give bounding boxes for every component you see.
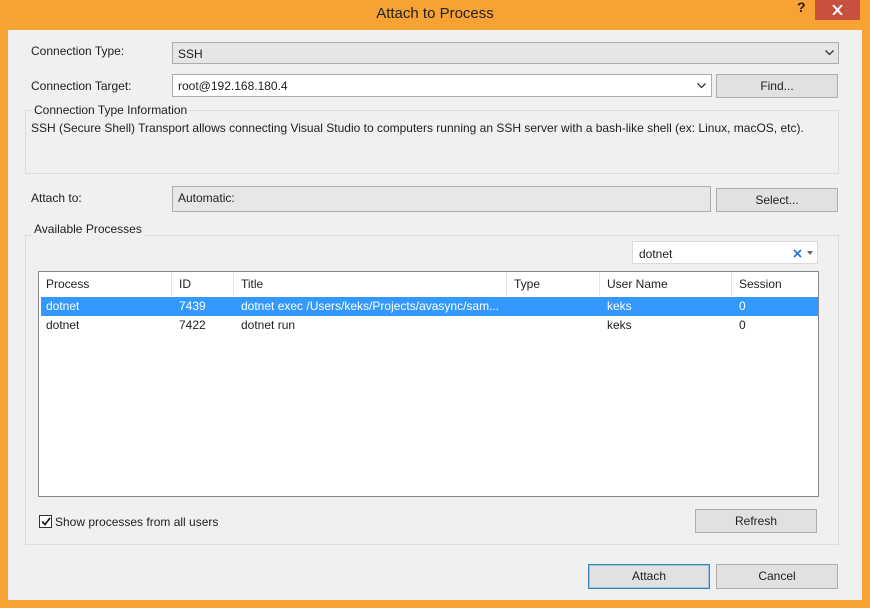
connection-type-label: Connection Type:: [31, 44, 125, 58]
title-bar: Attach to Process ?: [0, 0, 870, 26]
select-button[interactable]: Select...: [716, 188, 838, 212]
process-session-cell: 0: [739, 318, 746, 332]
connection-target-label: Connection Target:: [31, 79, 132, 93]
process-row[interactable]: dotnet 7439 dotnet exec /Users/keks/Proj…: [41, 297, 818, 316]
attach-button[interactable]: Attach: [588, 564, 710, 589]
column-header-id[interactable]: ID: [172, 272, 234, 296]
clear-search-icon[interactable]: [793, 249, 802, 258]
cancel-button[interactable]: Cancel: [716, 564, 838, 589]
chevron-down-icon[interactable]: [697, 83, 706, 89]
help-button[interactable]: ?: [797, 0, 811, 14]
attach-to-label: Attach to:: [31, 191, 82, 205]
process-title-cell: dotnet exec /Users/keks/Projects/avasync…: [241, 299, 500, 313]
refresh-button[interactable]: Refresh: [695, 509, 817, 533]
attach-to-field: Automatic:: [172, 186, 711, 212]
attach-to-value: Automatic:: [178, 191, 235, 205]
connection-target-input[interactable]: root@192.168.180.4: [172, 74, 712, 97]
process-user-cell: keks: [607, 318, 632, 332]
filter-dropdown-icon[interactable]: [807, 251, 813, 255]
connection-type-value: SSH: [178, 47, 203, 61]
process-id-cell: 7439: [179, 299, 206, 313]
process-filter-input[interactable]: dotnet: [632, 241, 818, 264]
column-header-process[interactable]: Process: [39, 272, 172, 296]
connection-target-value: root@192.168.180.4: [178, 79, 288, 93]
close-icon: [832, 5, 843, 15]
column-header-type[interactable]: Type: [507, 272, 600, 296]
column-header-user-name[interactable]: User Name: [600, 272, 732, 296]
column-header-title[interactable]: Title: [234, 272, 507, 296]
process-name-cell: dotnet: [46, 299, 80, 313]
available-processes-title: Available Processes: [32, 222, 144, 236]
chevron-down-icon: [825, 50, 834, 56]
show-all-users-label[interactable]: Show processes from all users: [55, 515, 218, 529]
process-title-cell: dotnet run: [241, 318, 296, 332]
dialog-body: Connection Type: SSH Connection Target: …: [8, 30, 862, 600]
process-name-cell: dotnet: [46, 318, 80, 332]
checkmark-icon: [41, 517, 51, 526]
process-filter-value: dotnet: [639, 247, 673, 261]
window-title: Attach to Process: [376, 5, 494, 22]
find-button[interactable]: Find...: [716, 74, 838, 98]
process-list: Process ID Title Type User Name Session …: [38, 271, 819, 497]
connection-type-dropdown[interactable]: SSH: [172, 42, 839, 64]
close-button[interactable]: [815, 0, 860, 20]
connection-info-group: [25, 110, 839, 174]
process-id-cell: 7422: [179, 318, 206, 332]
process-user-cell: keks: [607, 299, 632, 313]
process-session-cell: 0: [739, 299, 746, 313]
column-header-session[interactable]: Session: [732, 272, 818, 296]
connection-info-title: Connection Type Information: [32, 103, 190, 117]
process-row[interactable]: dotnet 7422 dotnet run keks 0: [41, 316, 818, 335]
connection-info-text: SSH (Secure Shell) Transport allows conn…: [31, 121, 804, 135]
show-all-users-checkbox[interactable]: [39, 515, 52, 528]
